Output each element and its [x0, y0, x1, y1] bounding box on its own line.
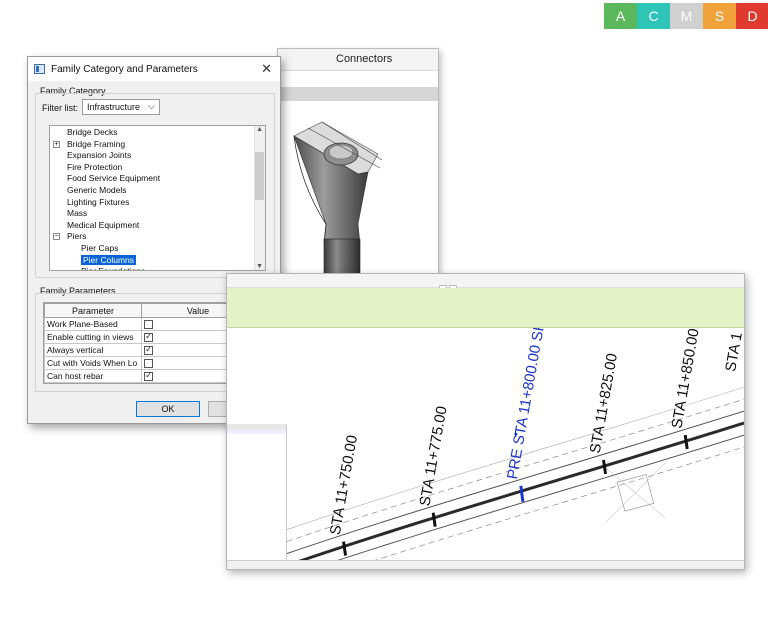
station-label[interactable]: STA 11+850.00: [668, 328, 702, 430]
station-label[interactable]: STA 11+775.00: [416, 405, 450, 508]
category-item[interactable]: Pier Foundations: [81, 266, 145, 270]
category-item[interactable]: Generic Models: [67, 185, 127, 196]
editor-tabbar: Connectors: [278, 49, 438, 71]
filter-list-label: Filter list:: [42, 103, 78, 113]
ok-button[interactable]: OK: [136, 401, 200, 417]
filter-list-select[interactable]: Infrastructure ⌵: [82, 99, 160, 115]
category-label: Lighting Fixtures: [67, 196, 130, 207]
tree-scrollbar[interactable]: ▲ ▼: [254, 126, 265, 270]
station-label[interactable]: STA 1: [722, 331, 744, 373]
scroll-up-icon[interactable]: ▲: [256, 126, 263, 133]
dialog-app-icon: [34, 64, 45, 74]
category-item[interactable]: Mass: [67, 208, 87, 219]
category-item[interactable]: Pier Caps: [81, 243, 118, 254]
scroll-down-icon[interactable]: ▼: [256, 263, 263, 270]
parameter-name: Enable cutting in views: [44, 330, 142, 344]
category-item[interactable]: Lighting Fixtures: [67, 197, 129, 208]
dialog-titlebar: Family Category and Parameters ✕: [28, 57, 280, 81]
close-icon[interactable]: ✕: [261, 61, 272, 77]
parameter-name: Can host rebar: [44, 369, 142, 383]
alignment-canvas[interactable]: STA 11+750.00 STA 11+775.00 PRE STA 11+8…: [227, 328, 744, 570]
table-row: Always vertical: [44, 343, 255, 357]
category-label: Pier Caps: [81, 243, 119, 253]
badge-c: C: [637, 3, 670, 29]
contextual-ribbon: [227, 288, 744, 328]
badge-s: S: [703, 3, 736, 29]
parameter-checkbox[interactable]: [144, 332, 153, 343]
table-row: Work Plane-Based: [44, 317, 255, 331]
column-header-parameter[interactable]: Parameter: [44, 303, 142, 318]
station-label[interactable]: STA 11+825.00: [587, 352, 621, 455]
category-item[interactable]: Piers: [67, 231, 86, 242]
category-label: Piers: [67, 231, 87, 242]
station-label-selected[interactable]: PRE STA 11+800.00 SFX: [504, 328, 550, 481]
category-item[interactable]: Pier Columns: [81, 254, 137, 266]
category-label: Pier Foundations: [81, 266, 145, 270]
expand-icon[interactable]: +: [53, 140, 60, 148]
parameter-checkbox[interactable]: [144, 359, 153, 369]
category-item[interactable]: Expansion Joints: [67, 150, 131, 161]
category-item[interactable]: Fire Protection: [67, 162, 122, 173]
parameter-checkbox[interactable]: [144, 320, 153, 330]
revit-titlebar: [227, 274, 744, 288]
category-label: Mass: [67, 208, 88, 219]
category-item[interactable]: Medical Equipment: [67, 220, 139, 231]
parameter-name: Work Plane-Based: [44, 317, 142, 331]
badge-d: D: [736, 3, 768, 29]
table-row: Cut with Voids When Lo: [44, 356, 255, 370]
category-label: Bridge Framing: [67, 138, 126, 149]
tree-scroll-thumb[interactable]: [255, 152, 264, 200]
collapse-icon[interactable]: −: [53, 233, 60, 241]
badge-strip: A C M S D: [604, 3, 768, 29]
category-item[interactable]: Bridge Framing: [67, 139, 125, 150]
category-label: Expansion Joints: [67, 150, 132, 161]
category-label: Pier Columns: [81, 254, 137, 265]
category-label: Medical Equipment: [67, 219, 140, 230]
category-label: Bridge Decks: [67, 127, 118, 137]
category-item[interactable]: Bridge Decks: [67, 127, 118, 138]
dialog-title: Family Category and Parameters: [51, 63, 198, 75]
table-row: Can host rebar: [44, 369, 255, 383]
parameter-name: Cut with Voids When Lo: [44, 356, 142, 370]
category-label: Food Service Equipment: [67, 173, 161, 184]
badge-m: M: [670, 3, 703, 29]
status-bar: [227, 560, 744, 569]
parameter-checkbox[interactable]: [144, 371, 153, 382]
chevron-down-icon: ⌵: [148, 101, 155, 111]
tab-connectors[interactable]: Connectors: [336, 53, 392, 65]
category-label: Generic Models: [67, 185, 127, 195]
station-label[interactable]: STA 11+750.00: [327, 434, 361, 537]
category-label: Fire Protection: [67, 161, 123, 172]
parameter-checkbox[interactable]: [144, 345, 153, 356]
parameter-name: Always vertical: [44, 343, 142, 357]
alignment-view-window: STA 11+750.00 STA 11+775.00 PRE STA 11+8…: [226, 273, 745, 570]
category-item[interactable]: Food Service Equipment: [67, 173, 160, 184]
category-tree[interactable]: ▲ ▼ Bridge Decks + Bridge Framing Expansion…: [49, 125, 266, 271]
filter-list-value: Infrastructure: [87, 102, 141, 112]
badge-a: A: [604, 3, 637, 29]
table-row: Enable cutting in views: [44, 330, 255, 344]
